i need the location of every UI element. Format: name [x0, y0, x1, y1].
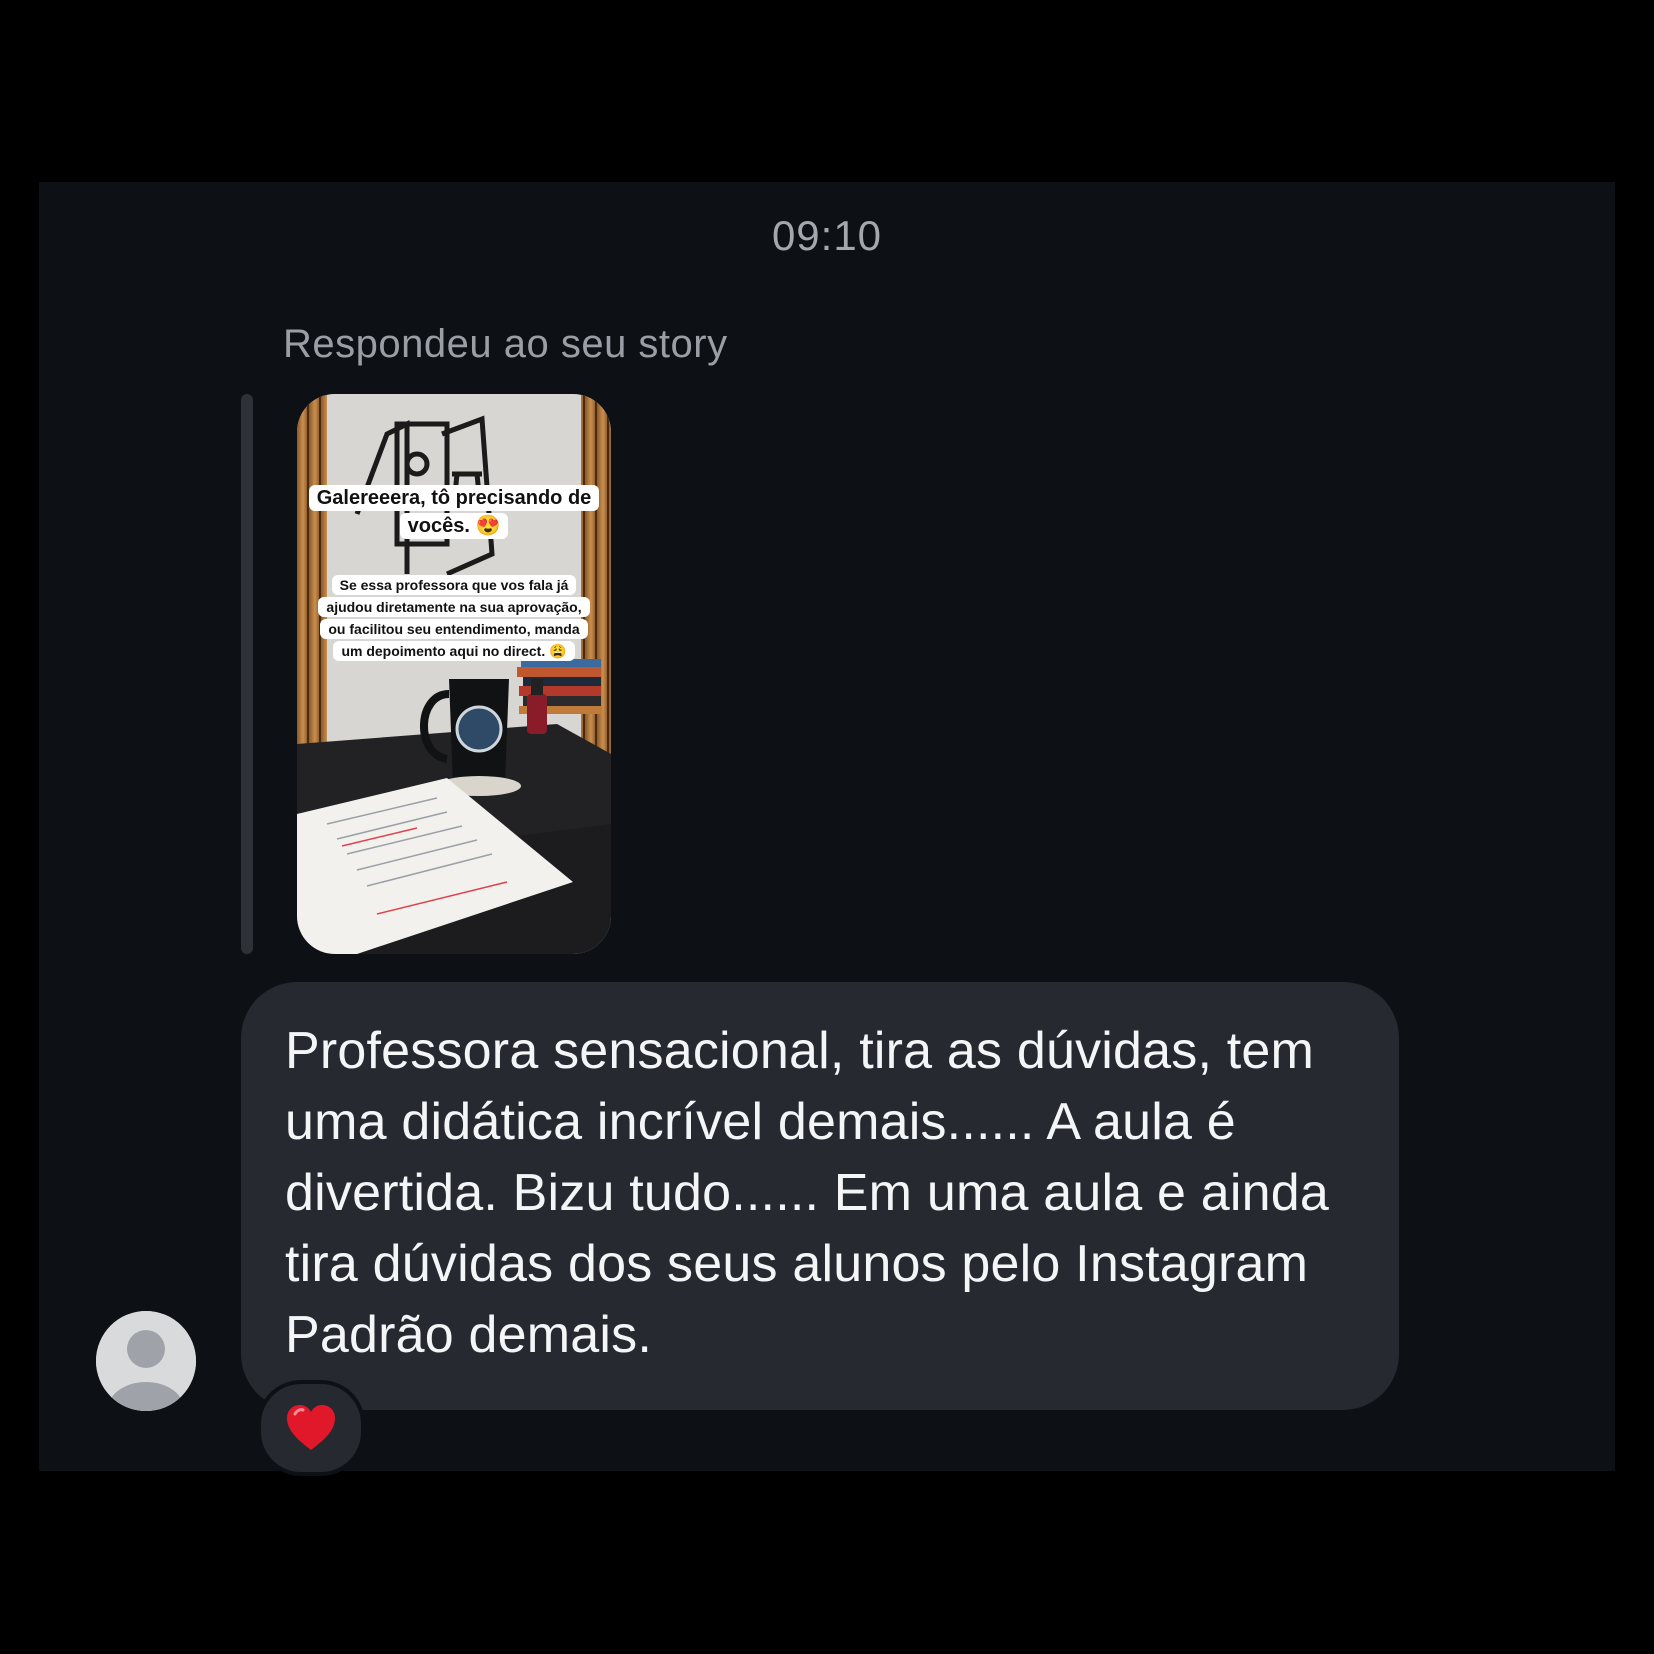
story-caption-title: Galereeera, tô precisando de vocês. 😍 — [297, 484, 611, 540]
sender-avatar[interactable] — [96, 1311, 196, 1411]
reply-quote-bar — [241, 394, 253, 954]
story-photo — [297, 394, 611, 954]
chat-thread: 09:10 Respondeu ao seu story Galereeera,… — [39, 182, 1615, 1476]
default-profile-icon — [96, 1311, 196, 1411]
heart-icon — [287, 1405, 335, 1450]
message-bubble[interactable]: Professora sensacional, tira as dúvidas,… — [241, 982, 1399, 1410]
message-text: Professora sensacional, tira as dúvidas,… — [285, 1022, 1329, 1364]
story-caption-body: Se essa professora que vos fala já ajudo… — [297, 574, 611, 662]
message-timestamp: 09:10 — [771, 212, 883, 259]
story-thumbnail[interactable]: Galereeera, tô precisando de vocês. 😍 Se… — [297, 394, 611, 954]
story-reply-label: Respondeu ao seu story — [283, 322, 728, 366]
message-reaction[interactable] — [257, 1380, 365, 1476]
